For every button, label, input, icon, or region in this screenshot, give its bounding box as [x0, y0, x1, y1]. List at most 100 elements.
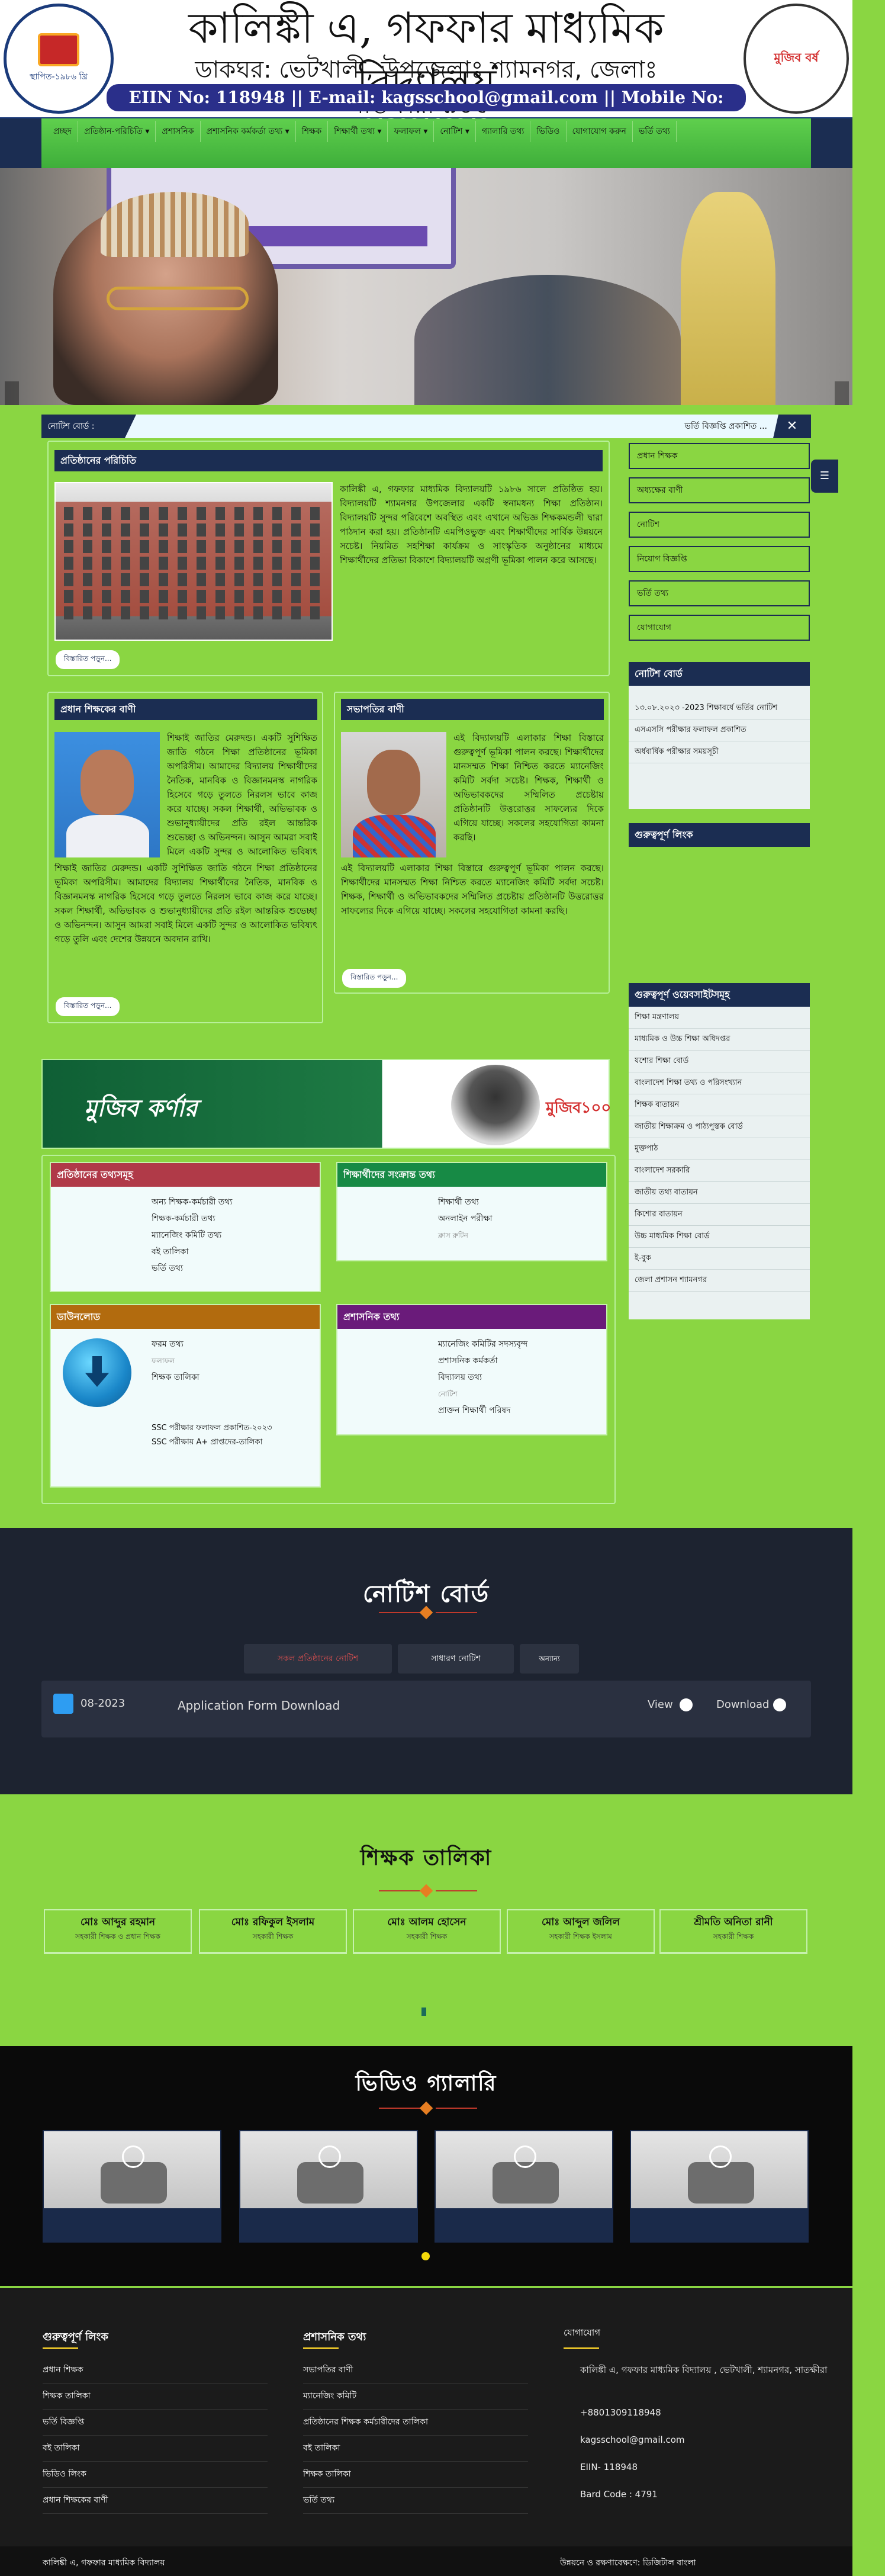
info-link[interactable]: বিদ্যালয় তথ্য: [438, 1369, 527, 1386]
info-link[interactable]: বই তালিকা: [152, 1244, 232, 1260]
footer-link[interactable]: বই তালিকা: [303, 2441, 528, 2462]
info-link-muted[interactable]: ফলাফল: [152, 1353, 199, 1369]
footer-link[interactable]: বই তালিকা: [43, 2441, 268, 2462]
head-teacher-read-more-button[interactable]: বিস্তারিত পড়ুন...: [56, 997, 120, 1016]
nav-item-teachers[interactable]: শিক্ষক: [296, 121, 329, 142]
mujib-corner-banner[interactable]: মুজিব কর্ণার মুজিব১০০: [41, 1059, 611, 1149]
sidebar-link[interactable]: যোগাযোগ: [629, 615, 810, 641]
footer-link[interactable]: সভাপতির বাণী: [303, 2363, 528, 2384]
nav-item-gallery[interactable]: গ্যালারি তথ্য: [476, 121, 531, 142]
footer-phone[interactable]: +8801309118948: [580, 2405, 829, 2420]
sidebar-notice-item[interactable]: অর্ধবার্ষিক পরীক্ষার সময়সূচী: [629, 741, 810, 763]
info-link[interactable]: ম্যানেজিং কমিটির সদস্যবৃন্দ: [438, 1336, 527, 1353]
slider-prev-button[interactable]: [5, 381, 19, 405]
web-link[interactable]: জেলা প্রশাসন শ্যামনগর: [629, 1270, 810, 1292]
intro-read-more-button[interactable]: বিস্তারিত পড়ুন...: [56, 650, 120, 669]
sidebar-link[interactable]: অধ্যক্ষের বাণী: [629, 477, 810, 503]
web-link[interactable]: শিক্ষা মন্ত্রণালয়: [629, 1007, 810, 1029]
web-link[interactable]: ই-বুক: [629, 1248, 810, 1270]
tab-general-notices[interactable]: সাধারণ নোটিশ: [398, 1644, 514, 1674]
teacher-card[interactable]: শ্রীমতি অনিতা রানী সহকারী শিক্ষক: [659, 1909, 807, 1954]
tab-all-notices[interactable]: সকল প্রতিষ্ঠানের নোটিশ: [244, 1644, 392, 1674]
footer-link[interactable]: ম্যানেজিং কমিটি: [303, 2389, 528, 2410]
video-thumbnail[interactable]: [239, 2130, 418, 2243]
footer-link[interactable]: শিক্ষক তালিকা: [303, 2467, 528, 2488]
video-thumbnail[interactable]: [630, 2130, 809, 2243]
notice-ticker-text[interactable]: ভর্তি বিজ্ঞপ্তি প্রকাশিত ...: [136, 419, 773, 433]
sidebar-link[interactable]: নিয়োগ বিজ্ঞপ্তি: [629, 546, 810, 572]
footer-link[interactable]: প্রতিষ্ঠানের শিক্ষক কর্মচারীদের তালিকা: [303, 2415, 528, 2436]
info-link[interactable]: SSC পরীক্ষায় A+ প্রাপ্তদের-তালিকা: [152, 1435, 272, 1450]
web-link[interactable]: যশোর শিক্ষা বোর্ড: [629, 1051, 810, 1072]
play-icon[interactable]: [318, 2145, 341, 2168]
web-link[interactable]: মাধ্যমিক ও উচ্চ শিক্ষা অধিদপ্তর: [629, 1029, 810, 1051]
teacher-card[interactable]: মোঃ রফিকুল ইসলাম সহকারী শিক্ষক: [199, 1909, 347, 1954]
teacher-card[interactable]: মোঃ আলম হোসেন সহকারী শিক্ষক: [353, 1909, 501, 1954]
sidebar-link[interactable]: নোটিশ: [629, 512, 810, 538]
web-link[interactable]: উচ্চ মাধ্যমিক শিক্ষা বোর্ড: [629, 1226, 810, 1248]
nav-item-about[interactable]: প্রতিষ্ঠান-পরিচিতি ▾: [78, 121, 156, 142]
play-icon[interactable]: [709, 2145, 732, 2168]
info-link[interactable]: ম্যানেজিং কমিটি তথ্য: [152, 1227, 232, 1244]
info-link-muted[interactable]: ক্লাস রুটিন: [438, 1227, 493, 1244]
video-thumbnail[interactable]: [435, 2130, 613, 2243]
footer-link[interactable]: শিক্ষক তালিকা: [43, 2389, 268, 2410]
nav-item-notice[interactable]: নোটিশ ▾: [434, 121, 476, 142]
info-link[interactable]: অন্য শিক্ষক-কর্মচারী তথ্য: [152, 1194, 232, 1210]
web-link[interactable]: জাতীয় শিক্ষাক্রম ও পাঠ্যপুস্তক বোর্ড: [629, 1116, 810, 1138]
close-icon[interactable]: ✕: [773, 415, 811, 438]
teacher-card[interactable]: মোঃ আব্দুর রহমান সহকারী শিক্ষক ও প্রধান …: [44, 1909, 192, 1954]
info-link-muted[interactable]: নোটিশ: [438, 1386, 527, 1402]
video-carousel-dot[interactable]: [421, 2252, 430, 2260]
carousel-indicator[interactable]: [421, 2008, 426, 2016]
teacher-card[interactable]: মোঃ আব্দুল জলিল সহকারী শিক্ষক ইসলাম: [507, 1909, 655, 1954]
nav-item-home[interactable]: প্রচ্ছদ: [47, 121, 79, 142]
footer-link[interactable]: ভিডিও লিংক: [43, 2467, 268, 2488]
nav-item-video[interactable]: ভিডিও: [530, 121, 567, 142]
footer-link[interactable]: প্রধান শিক্ষকের বাণী: [43, 2493, 268, 2514]
sidebar-link[interactable]: ভর্তি তথ্য: [629, 580, 810, 606]
web-link[interactable]: বাংলাদেশ সরকারি: [629, 1160, 810, 1182]
hero-slider[interactable]: [0, 168, 852, 405]
developer-credit[interactable]: উন্নয়নে ও রক্ষণাবেক্ষণে: ডিজিটাল বাংলা: [560, 2556, 696, 2570]
info-link[interactable]: শিক্ষক তালিকা: [152, 1369, 199, 1386]
play-icon[interactable]: [122, 2145, 144, 2168]
web-link[interactable]: জাতীয় তথ্য বাতায়ন: [629, 1182, 810, 1204]
download-icon[interactable]: [773, 1698, 786, 1711]
view-icon[interactable]: [680, 1698, 693, 1711]
sidebar-notice-item[interactable]: এসএসসি পরীক্ষার ফলাফল প্রকাশিত: [629, 720, 810, 741]
nav-item-officials[interactable]: প্রশাসনিক কর্মকর্তা তথ্য ▾: [201, 121, 296, 142]
notice-download-button[interactable]: Download: [716, 1698, 769, 1711]
floating-menu-button[interactable]: ☰: [811, 460, 838, 493]
footer-email[interactable]: kagsschool@gmail.com: [580, 2433, 829, 2447]
info-link[interactable]: SSC পরীক্ষার ফলাফল প্রকাশিত-২০২৩: [152, 1421, 272, 1435]
web-link[interactable]: কিশোর বাতায়ন: [629, 1204, 810, 1226]
sidebar-link[interactable]: প্রধান শিক্ষক: [629, 443, 810, 469]
info-link[interactable]: শিক্ষক-কর্মচারী তথ্য: [152, 1210, 232, 1227]
notice-view-button[interactable]: View: [648, 1698, 673, 1711]
info-link[interactable]: অনলাইন পরীক্ষা: [438, 1210, 493, 1227]
nav-item-contact[interactable]: যোগাযোগ করুন: [567, 121, 633, 142]
video-thumbnail[interactable]: [43, 2130, 221, 2243]
play-icon[interactable]: [514, 2145, 536, 2168]
sidebar-notice-item[interactable]: ১৩.০৮.২০২৩ -2023 শিক্ষাবর্ষে ভর্তির নোটি…: [629, 698, 810, 720]
footer-link[interactable]: প্রধান শিক্ষক: [43, 2363, 268, 2384]
info-link[interactable]: শিক্ষার্থী তথ্য: [438, 1194, 493, 1210]
nav-item-admission[interactable]: ভর্তি তথ্য: [633, 121, 677, 142]
web-link[interactable]: বাংলাদেশ শিক্ষা তথ্য ও পরিসংখ্যান: [629, 1072, 810, 1094]
notice-file-link[interactable]: Application Form Download: [178, 1698, 340, 1713]
footer-link[interactable]: ভর্তি বিজ্ঞপ্তি: [43, 2415, 268, 2436]
info-link[interactable]: প্রাক্তন শিক্ষার্থী পরিষদ: [438, 1402, 527, 1419]
president-read-more-button[interactable]: বিস্তারিত পড়ুন...: [342, 969, 407, 988]
info-link[interactable]: ফরম তথ্য: [152, 1336, 199, 1353]
web-link[interactable]: শিক্ষক বাতায়ন: [629, 1094, 810, 1116]
nav-item-results[interactable]: ফলাফল ▾: [388, 121, 435, 142]
nav-item-admin[interactable]: প্রশাসনিক: [156, 121, 201, 142]
info-link[interactable]: ভর্তি তথ্য: [152, 1260, 232, 1277]
nav-item-students[interactable]: শিক্ষার্থী তথ্য ▾: [328, 121, 388, 142]
school-logo[interactable]: স্থাপিত-১৯৮৬ খ্রি: [4, 4, 114, 114]
tab-other-notices[interactable]: অন্যান্য: [520, 1644, 579, 1674]
info-link[interactable]: প্রশাসনিক কর্মকর্তা: [438, 1353, 527, 1369]
web-link[interactable]: মুক্তপাঠ: [629, 1138, 810, 1160]
footer-link[interactable]: ভর্তি তথ্য: [303, 2493, 528, 2514]
